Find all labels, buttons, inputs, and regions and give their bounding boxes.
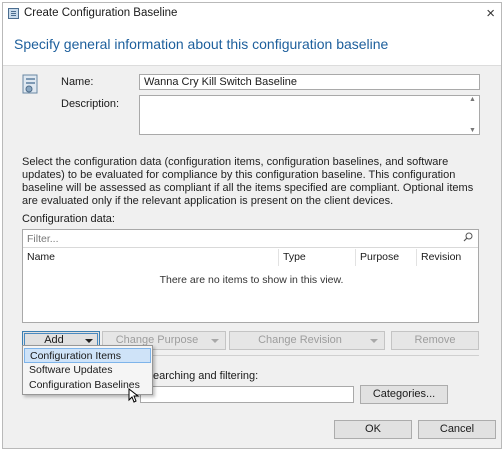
cancel-button[interactable]: Cancel [418,420,496,439]
description-field[interactable] [139,95,480,135]
description-scrollbar[interactable]: ▲ ▼ [467,96,478,134]
configuration-baseline-icon [22,74,38,94]
menu-item-software-updates[interactable]: Software Updates [24,363,151,378]
remove-button[interactable]: Remove [391,331,479,350]
column-header-type[interactable]: Type [278,249,355,266]
empty-grid-message: There are no items to show in this view. [159,274,344,286]
name-field[interactable]: Wanna Cry Kill Switch Baseline [139,74,480,90]
chevron-down-icon [211,339,219,343]
chevron-down-icon [85,339,93,343]
instructions-text: Select the configuration data (configura… [22,156,474,207]
scroll-down-icon[interactable]: ▼ [469,127,476,134]
column-header-revision[interactable]: Revision [416,249,480,266]
categories-button[interactable]: Categories... [360,385,448,404]
categories-caption: earching and filtering: [153,370,259,382]
search-icon[interactable] [463,232,473,242]
categories-field [140,386,354,403]
page-title: Specify general information about this c… [14,36,389,52]
change-revision-button[interactable]: Change Revision [229,331,385,350]
chevron-down-icon [370,339,378,343]
app-icon [8,8,19,19]
name-label: Name: [61,76,94,88]
mouse-cursor-icon [128,388,140,403]
configuration-data-grid[interactable]: Filter... Name Type Purpose Revision The… [22,229,479,323]
column-header-name[interactable]: Name [23,249,278,266]
column-header-purpose[interactable]: Purpose [355,249,416,266]
scroll-up-icon[interactable]: ▲ [469,96,476,103]
change-revision-label: Change Revision [258,334,342,346]
description-label: Description: [61,98,120,110]
ok-button[interactable]: OK [334,420,412,439]
close-icon[interactable]: × [486,5,495,22]
filter-input[interactable]: Filter... [23,230,478,248]
menu-item-configuration-items[interactable]: Configuration Items [24,348,151,363]
wizard-header: Specify general information about this c… [3,25,501,66]
window-title: Create Configuration Baseline [24,7,178,19]
title-bar: Create Configuration Baseline × [3,3,501,25]
configuration-data-label: Configuration data: [22,213,115,225]
